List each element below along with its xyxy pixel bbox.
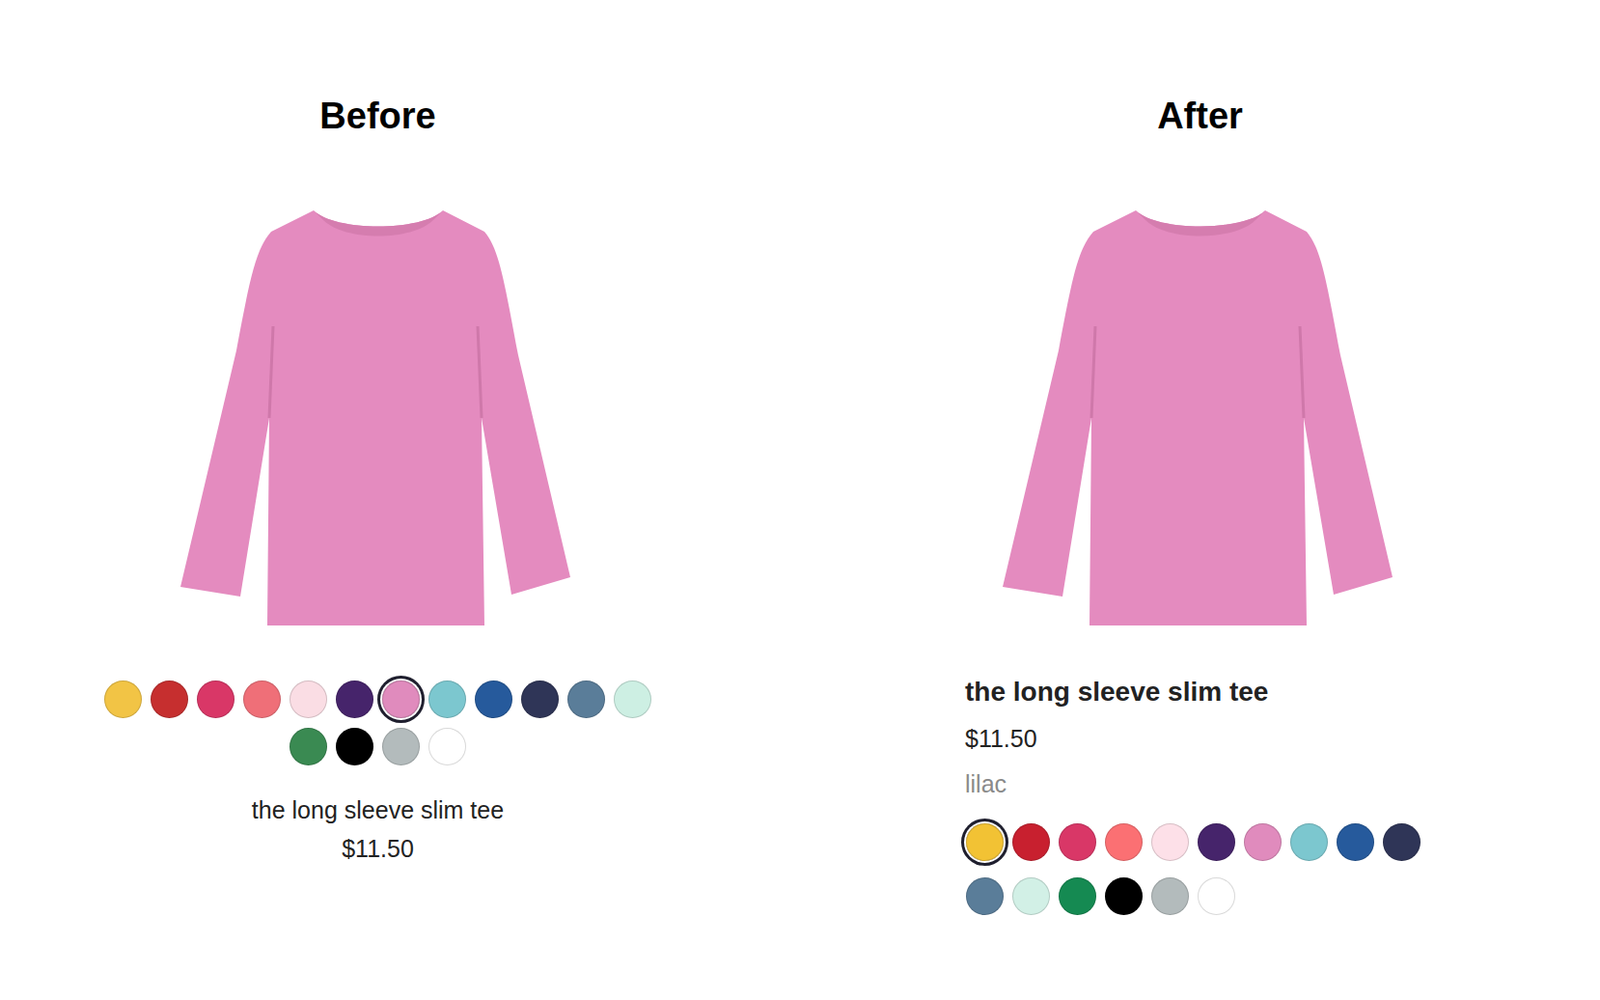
panel-heading: Before xyxy=(319,92,436,139)
swatch-fill xyxy=(474,680,513,718)
product-image[interactable] xyxy=(1002,210,1399,626)
swatch-fill xyxy=(243,680,281,718)
swatch-fill xyxy=(289,727,328,766)
swatch-fill xyxy=(289,680,328,718)
color-swatch[interactable] xyxy=(104,680,142,718)
swatch-fill xyxy=(1290,823,1328,861)
swatch-fill xyxy=(567,680,606,718)
swatch-fill xyxy=(1197,877,1236,915)
product-price: $11.50 xyxy=(341,832,414,864)
color-swatch[interactable] xyxy=(1058,823,1097,861)
shirt-icon xyxy=(1002,210,1399,626)
product-title[interactable]: the long sleeve slim tee xyxy=(251,794,504,826)
color-swatch[interactable] xyxy=(382,680,420,718)
color-swatch[interactable] xyxy=(1290,823,1328,861)
swatch-fill xyxy=(1151,823,1189,861)
swatch-fill xyxy=(1336,823,1375,861)
color-swatch[interactable] xyxy=(196,680,235,718)
shirt-icon xyxy=(180,210,577,626)
swatch-fill xyxy=(335,727,374,766)
swatch-list xyxy=(965,823,1425,915)
swatch-fill xyxy=(613,680,652,718)
swatch-fill xyxy=(428,680,467,718)
color-swatch[interactable] xyxy=(965,823,1004,861)
color-swatch[interactable] xyxy=(382,727,420,766)
swatch-fill xyxy=(1382,823,1421,861)
swatch-fill xyxy=(196,680,235,718)
color-swatch[interactable] xyxy=(335,680,374,718)
swatch-fill xyxy=(150,680,189,718)
color-swatch[interactable] xyxy=(1336,823,1375,861)
swatch-fill xyxy=(382,680,420,718)
swatch-fill xyxy=(1197,823,1236,861)
color-swatch[interactable] xyxy=(1012,877,1050,915)
swatch-fill xyxy=(1104,877,1143,915)
color-swatch[interactable] xyxy=(1151,823,1189,861)
color-swatch[interactable] xyxy=(1104,877,1143,915)
color-swatch[interactable] xyxy=(567,680,606,718)
swatch-fill xyxy=(335,680,374,718)
color-swatch[interactable] xyxy=(1104,823,1143,861)
swatch-fill xyxy=(1012,823,1050,861)
color-swatch[interactable] xyxy=(150,680,189,718)
color-swatch[interactable] xyxy=(289,680,328,718)
color-swatch[interactable] xyxy=(521,680,559,718)
product-info: the long sleeve slim tee $11.50 lilac xyxy=(965,625,1467,915)
color-swatch[interactable] xyxy=(1382,823,1421,861)
color-swatch[interactable] xyxy=(1243,823,1282,861)
product-price: $11.50 xyxy=(965,722,1038,754)
swatch-list xyxy=(104,680,652,766)
color-swatch[interactable] xyxy=(1012,823,1050,861)
comparison-panel: After the long sleeve slim tee $11.50 lilac xyxy=(800,0,1600,1000)
product-title[interactable]: the long sleeve slim tee xyxy=(965,674,1269,710)
color-swatch[interactable] xyxy=(613,680,652,718)
color-name: lilac xyxy=(965,768,1007,800)
comparison-panel: Before the long sleeve slim tee $11.50 xyxy=(0,0,800,1000)
swatch-fill xyxy=(521,680,559,718)
swatch-fill xyxy=(1243,823,1282,861)
swatch-fill xyxy=(1058,877,1097,915)
swatch-fill xyxy=(1104,823,1143,861)
color-swatch[interactable] xyxy=(1197,877,1236,915)
color-swatch[interactable] xyxy=(428,727,467,766)
swatch-fill xyxy=(965,877,1004,915)
panel-heading: After xyxy=(1157,92,1243,139)
color-swatch[interactable] xyxy=(1058,877,1097,915)
color-swatch[interactable] xyxy=(289,727,328,766)
swatch-fill xyxy=(104,680,142,718)
color-swatch[interactable] xyxy=(243,680,281,718)
color-swatch[interactable] xyxy=(1197,823,1236,861)
color-swatch[interactable] xyxy=(965,877,1004,915)
color-swatch[interactable] xyxy=(335,727,374,766)
color-swatch[interactable] xyxy=(474,680,513,718)
swatch-fill xyxy=(965,823,1004,861)
swatch-fill xyxy=(1012,877,1050,915)
swatch-fill xyxy=(382,727,420,766)
color-swatch[interactable] xyxy=(1151,877,1189,915)
product-image[interactable] xyxy=(180,210,577,626)
swatch-fill xyxy=(1151,877,1189,915)
color-swatch[interactable] xyxy=(428,680,467,718)
swatch-fill xyxy=(1058,823,1097,861)
swatch-fill xyxy=(428,727,467,766)
